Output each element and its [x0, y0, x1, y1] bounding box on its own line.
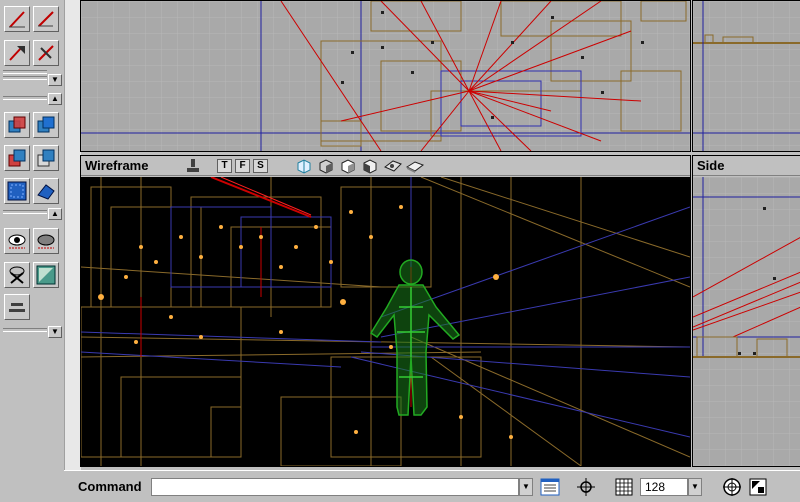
align-icon[interactable]: [4, 294, 30, 320]
crosshair-icon[interactable]: [576, 477, 596, 502]
view-top-button[interactable]: T: [217, 159, 232, 173]
brush-deintersect-icon[interactable]: [33, 145, 59, 171]
cut-tool-icon[interactable]: [33, 40, 59, 66]
command-bar: Command ▼ 128 ▼: [64, 470, 800, 501]
diagonal-tool-icon[interactable]: [33, 6, 59, 32]
texture-icon[interactable]: [33, 262, 59, 288]
delete-select-icon[interactable]: [4, 262, 30, 288]
brush-add-icon[interactable]: [4, 112, 30, 138]
grid-size-select[interactable]: 128: [640, 478, 688, 496]
wireframe-viewport-header: Wireframe T F S: [81, 156, 690, 176]
side-canvas[interactable]: [693, 177, 800, 466]
command-dropdown-button[interactable]: ▼: [519, 478, 533, 496]
maximize-viewport-icon[interactable]: [748, 477, 768, 502]
log-window-icon[interactable]: [540, 477, 560, 502]
toolbar: ▼ ▲ ▲ ▼: [0, 0, 65, 482]
camera-move-icon[interactable]: [33, 178, 59, 204]
grid-icon[interactable]: [614, 477, 634, 502]
vertex-tool-icon[interactable]: [4, 40, 30, 66]
right-top-viewport-canvas[interactable]: [693, 1, 800, 151]
view-front-button[interactable]: F: [235, 159, 250, 173]
wireframe-canvas[interactable]: [81, 177, 690, 466]
side-viewport[interactable]: Side: [692, 155, 800, 467]
separator: [3, 70, 47, 74]
separator: [3, 328, 47, 332]
eye-show-icon[interactable]: [4, 228, 30, 254]
wireframe-viewport[interactable]: Wireframe T F S: [80, 155, 691, 467]
right-top-viewport[interactable]: [692, 0, 800, 152]
command-label: Command: [78, 479, 142, 494]
select-box-icon[interactable]: [4, 178, 30, 204]
separator: [3, 210, 47, 214]
brush-subtract-icon[interactable]: [33, 112, 59, 138]
collapse-up-button[interactable]: ▲: [48, 208, 62, 220]
line-tool-icon[interactable]: [4, 6, 30, 32]
collapse-down-button[interactable]: ▼: [48, 74, 62, 86]
grid-size-dropdown-button[interactable]: ▼: [688, 478, 702, 496]
snap-target-icon[interactable]: [722, 477, 742, 502]
view-side-button[interactable]: S: [253, 159, 268, 173]
collapse-down-button[interactable]: ▼: [48, 326, 62, 338]
collapse-up-button[interactable]: ▲: [48, 93, 62, 105]
vertical-scrollbar[interactable]: ▲: [64, 0, 81, 500]
viewport-title: Wireframe: [85, 158, 149, 173]
eye-hide-icon[interactable]: [33, 228, 59, 254]
top-viewport-canvas[interactable]: [81, 1, 690, 151]
brush-intersect-icon[interactable]: [4, 145, 30, 171]
separator: [3, 76, 47, 80]
side-viewport-header: Side: [693, 156, 800, 176]
command-input[interactable]: [151, 478, 519, 496]
top-viewport[interactable]: [80, 0, 691, 152]
separator: [3, 96, 47, 100]
viewport-title: Side: [697, 158, 725, 173]
